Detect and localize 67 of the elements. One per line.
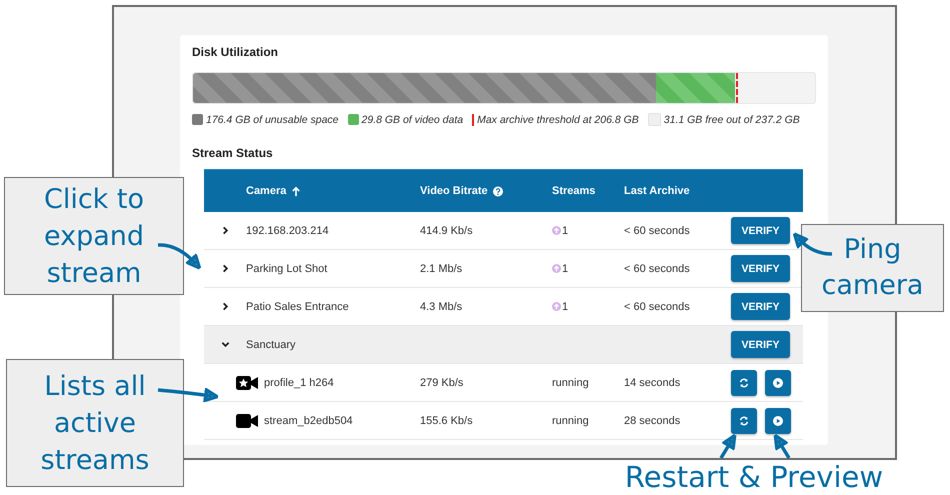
callout-text: Lists all active streams — [6, 359, 184, 487]
help-icon — [492, 186, 503, 196]
stream-count: 1 — [562, 224, 568, 236]
preview-button[interactable] — [765, 408, 791, 434]
legend-swatch — [348, 114, 359, 125]
star-camera-icon — [236, 376, 258, 390]
play-icon — [773, 378, 783, 388]
callout-text: Ping camera — [801, 224, 944, 312]
chevron-right-icon[interactable] — [220, 264, 230, 273]
restart-button[interactable] — [731, 408, 757, 434]
legend-label: 31.1 GB free out of 237.2 GB — [664, 114, 800, 126]
last-archive-cell-text: 28 seconds — [624, 414, 682, 426]
callout-text: Restart & Preview — [624, 460, 884, 494]
column-header[interactable]: Streams — [552, 185, 596, 197]
bitrate-cell: 414.9 Kb/s — [420, 224, 473, 236]
camera-name: Patio Sales Entrance — [246, 300, 350, 312]
column-header[interactable]: Video Bitrate — [420, 185, 488, 197]
upload-icon — [552, 226, 561, 235]
section-title: Disk Utilization — [192, 45, 280, 59]
column-header[interactable]: Camera — [246, 185, 286, 197]
restart-button[interactable] — [731, 370, 757, 396]
upload-icon — [552, 264, 561, 273]
stream-name: profile_1 h264 — [264, 376, 334, 388]
last-archive-cell: < 60 seconds — [624, 262, 690, 274]
bitrate-cell: 4.3 Mb/s — [420, 300, 462, 312]
callout-text: Click to expand stream — [4, 177, 184, 295]
legend-swatch — [192, 114, 203, 125]
upload-icon — [552, 302, 561, 311]
refresh-icon — [739, 378, 749, 388]
verify-button[interactable]: VERIFY — [731, 255, 790, 282]
last-archive-cell: < 60 seconds — [624, 224, 690, 236]
bitrate-cell-text: 279 Kb/s — [420, 376, 464, 388]
callout-arrow — [158, 387, 219, 403]
verify-button[interactable]: VERIFY — [731, 331, 790, 358]
stream-count: 1 — [562, 262, 568, 274]
stream-status: running — [552, 414, 590, 426]
preview-button[interactable] — [765, 370, 791, 396]
last-archive-cell: < 60 seconds — [624, 300, 690, 312]
callout-arrow — [792, 232, 832, 256]
legend-label: Max archive threshold at 206.8 GB — [477, 114, 639, 126]
camera-name: Sanctuary — [246, 338, 297, 350]
column-header[interactable]: Last Archive — [624, 185, 690, 197]
stream-name: stream_b2edb504 — [264, 414, 353, 426]
chevron-down-icon[interactable] — [220, 340, 230, 349]
callout-arrow — [158, 243, 202, 270]
play-icon — [773, 416, 783, 426]
chevron-right-icon[interactable] — [220, 226, 230, 235]
last-archive-cell-text: 14 seconds — [624, 376, 682, 388]
camera-name: Parking Lot Shot — [246, 262, 328, 274]
bitrate-cell-text: 155.6 Kb/s — [420, 414, 474, 426]
refresh-icon — [739, 416, 749, 426]
verify-button[interactable]: VERIFY — [731, 217, 790, 244]
callout-arrow — [774, 434, 790, 459]
legend-swatch — [648, 113, 661, 126]
stream-count: 1 — [562, 300, 568, 312]
chevron-right-icon[interactable] — [220, 302, 230, 311]
threshold-legend-icon — [472, 114, 474, 126]
sort-arrow-icon — [291, 186, 302, 196]
legend-label: 176.4 GB of unusable space — [206, 114, 339, 126]
stream-status: running — [552, 376, 590, 388]
video-camera-icon — [236, 414, 258, 428]
verify-button[interactable]: VERIFY — [731, 293, 790, 320]
section-title: Stream Status — [192, 146, 274, 160]
legend-label: 29.8 GB of video data — [362, 114, 464, 126]
camera-name: 192.168.203.214 — [246, 224, 330, 236]
callout-arrow — [720, 434, 736, 459]
bitrate-cell: 2.1 Mb/s — [420, 262, 462, 274]
